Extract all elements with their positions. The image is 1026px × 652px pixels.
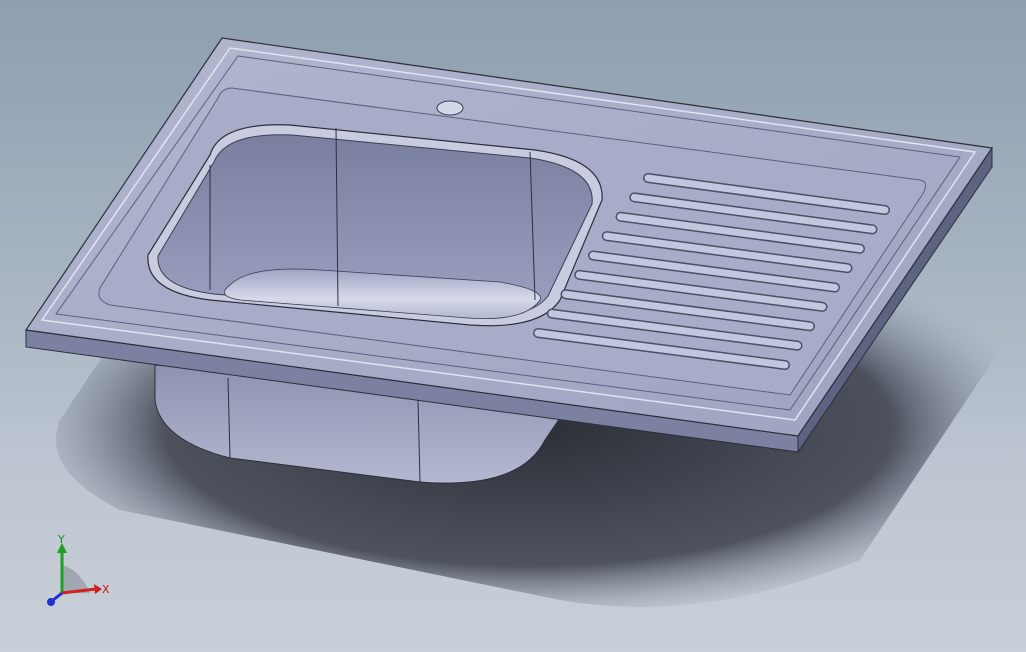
model-view[interactable]	[0, 0, 1026, 652]
triad-z-tip	[47, 598, 55, 606]
triad-x-label: X	[102, 583, 110, 596]
triad-x-arrow	[94, 584, 102, 594]
tap-hole	[436, 100, 464, 116]
graphics-viewport[interactable]: Y X	[0, 0, 1026, 652]
view-triad[interactable]: Y X	[40, 535, 120, 615]
triad-y-label: Y	[57, 535, 65, 546]
